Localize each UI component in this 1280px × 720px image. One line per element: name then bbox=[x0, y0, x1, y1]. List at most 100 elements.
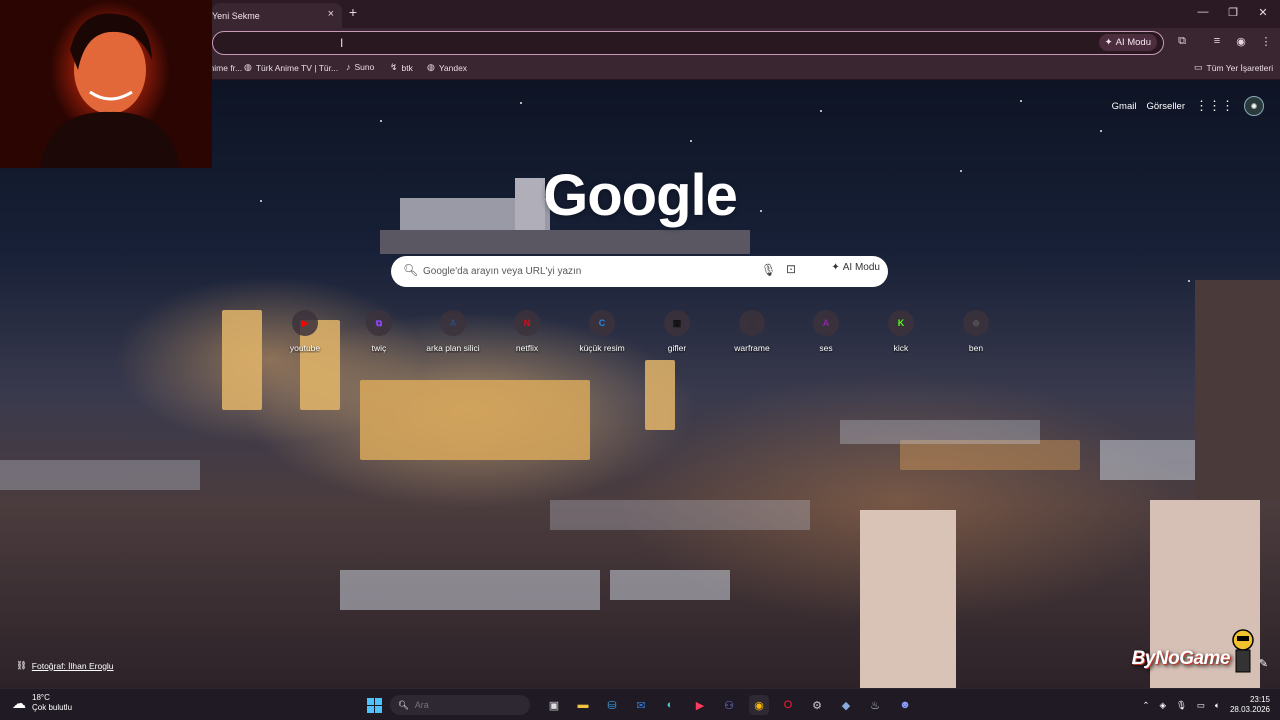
btk-icon: ↯ bbox=[390, 62, 398, 72]
start-button[interactable] bbox=[364, 695, 384, 715]
text-cursor-icon: I bbox=[340, 36, 344, 50]
customize-pencil-icon[interactable]: ✎ bbox=[1259, 657, 1268, 670]
shortcut-label: kick bbox=[893, 343, 909, 353]
shortcut-label: youtube bbox=[289, 343, 321, 353]
all-bookmarks-label: Tüm Yer İşaretleri bbox=[1206, 62, 1274, 73]
volume-icon[interactable]: 🔈︎ bbox=[1215, 700, 1220, 711]
profile-icon[interactable]: ◉ bbox=[1233, 35, 1249, 48]
search-ai-mode-button[interactable]: ✦ AI Modu bbox=[831, 262, 880, 273]
media-player-icon[interactable]: ▶ bbox=[690, 695, 710, 715]
media-controls-icon[interactable]: ≡ bbox=[1209, 35, 1225, 47]
bookmark-label: Yandex bbox=[438, 62, 468, 73]
restore-icon[interactable]: ❐ bbox=[1226, 6, 1240, 19]
steam-like-icon[interactable]: ⚙ bbox=[807, 695, 827, 715]
apps-grid-icon[interactable]: ⋮⋮⋮ bbox=[1195, 98, 1234, 114]
search-input[interactable] bbox=[423, 262, 743, 280]
shortcut-tile[interactable]: ⊛ ben bbox=[941, 310, 1011, 353]
new-tab-page: Gmail Görseller ⋮⋮⋮ ✺ Google 🔍︎ 🎙︎ ⊡ ✦ A… bbox=[0, 80, 1280, 688]
weather-widget[interactable]: ☁ 18°C Çok bulutlu bbox=[12, 693, 72, 713]
ai-sparkle-icon: ✦ bbox=[831, 262, 840, 273]
network-icon[interactable]: ◈ bbox=[1159, 700, 1166, 711]
clock-date: 28.03.2026 bbox=[1229, 705, 1270, 714]
address-input[interactable] bbox=[223, 34, 1083, 52]
bookmark-item[interactable]: ↯ btk bbox=[390, 62, 413, 73]
account-avatar[interactable]: ✺ bbox=[1244, 96, 1264, 116]
close-window-icon[interactable]: ✕ bbox=[1256, 6, 1270, 19]
shortcut-tile[interactable]: Cküçük resim bbox=[567, 310, 637, 353]
new-tab-button[interactable]: + bbox=[346, 4, 360, 22]
cloud-icon: ☁ bbox=[12, 694, 26, 711]
mascot-icon bbox=[1232, 629, 1254, 673]
shortcut-label: gifler bbox=[667, 343, 687, 353]
teams-icon[interactable]: ⚇ bbox=[719, 695, 739, 715]
opera-icon[interactable]: O bbox=[778, 695, 798, 715]
taskbar-search-input[interactable] bbox=[414, 700, 495, 710]
discord-icon[interactable]: ☻ bbox=[895, 695, 915, 715]
shortcut-tile[interactable]: Owarframe bbox=[717, 310, 787, 353]
chrome-icon[interactable]: ◉ bbox=[749, 695, 769, 715]
shortcut-favicon-icon: O bbox=[739, 310, 765, 336]
photo-credit-text[interactable]: Fotoğraf: İlhan Eroglu bbox=[32, 661, 114, 671]
shortcut-tile[interactable]: ⧉ twiç bbox=[344, 310, 414, 353]
shortcut-tile[interactable]: Nnetflix bbox=[492, 310, 562, 353]
search-box[interactable]: 🔍︎ 🎙︎ ⊡ ✦ AI Modu bbox=[391, 256, 888, 287]
edge-icon[interactable]: ◐ bbox=[660, 695, 680, 715]
microphone-icon[interactable]: 🎙︎ bbox=[1176, 700, 1187, 711]
shortcut-tile[interactable]: Ases bbox=[791, 310, 861, 353]
bookmark-item[interactable]: ♪ Suno bbox=[346, 62, 374, 72]
monitor-icon[interactable]: ▭ bbox=[1197, 700, 1205, 711]
shortcut-label: ses bbox=[819, 343, 833, 353]
clock-time: 23:15 bbox=[1249, 695, 1270, 704]
shortcut-favicon-icon: N bbox=[514, 310, 540, 336]
images-link[interactable]: Görseller bbox=[1146, 101, 1185, 112]
shortcut-tile[interactable]: ▦ gifler bbox=[642, 310, 712, 353]
address-bar[interactable]: I ✦ AI Modu bbox=[212, 31, 1164, 55]
shortcut-label: ben bbox=[968, 343, 984, 353]
app-icon[interactable]: ◆ bbox=[836, 695, 856, 715]
shortcut-tile[interactable]: Kkick bbox=[866, 310, 936, 353]
bookmark-item[interactable]: ◍ Türk Anime TV | Tür... bbox=[244, 62, 338, 73]
suno-icon: ♪ bbox=[346, 62, 351, 72]
tab-title: Yeni Sekme bbox=[212, 10, 260, 21]
extensions-icon[interactable]: ⧉ bbox=[1174, 35, 1190, 48]
ai-mode-label: AI Modu bbox=[1115, 37, 1151, 48]
microphone-icon[interactable]: 🎙︎ bbox=[761, 263, 776, 277]
windows-logo-icon bbox=[366, 697, 382, 713]
steam-icon[interactable]: ♨ bbox=[865, 695, 885, 715]
google-logo: Google bbox=[543, 163, 738, 228]
file-explorer-icon[interactable]: ▬ bbox=[573, 695, 593, 715]
tab-new-tab[interactable]: Yeni Sekme × bbox=[212, 3, 342, 28]
shortcut-favicon-icon: A bbox=[813, 310, 839, 336]
menu-icon[interactable]: ⋮ bbox=[1258, 35, 1274, 48]
ai-sparkle-icon: ✦ bbox=[1104, 37, 1113, 48]
shortcut-favicon-icon: A bbox=[440, 310, 466, 336]
all-bookmarks[interactable]: ▭ Tüm Yer İşaretleri bbox=[1194, 62, 1273, 73]
photo-credit[interactable]: ⛓ Fotoğraf: İlhan Eroglu bbox=[16, 660, 114, 671]
store-icon[interactable]: ⛁ bbox=[602, 695, 622, 715]
bookmark-item[interactable]: ◍ Yandex bbox=[427, 62, 467, 73]
globe-icon: ◍ bbox=[244, 62, 252, 72]
mail-icon[interactable]: ✉ bbox=[631, 695, 651, 715]
chevron-up-icon[interactable]: ⌃ bbox=[1142, 700, 1149, 711]
bynogame-watermark: ByNoGame bbox=[1131, 648, 1231, 669]
shortcut-tile[interactable]: ▶ youtube bbox=[270, 310, 340, 353]
clock[interactable]: 23:15 28.03.2026 bbox=[1230, 695, 1270, 715]
shortcut-label: arka plan silici bbox=[426, 343, 480, 353]
search-icon: 🔍︎ bbox=[403, 263, 419, 277]
minimize-icon[interactable]: — bbox=[1196, 6, 1210, 18]
bookmark-label: Türk Anime TV | Tür... bbox=[255, 62, 339, 73]
taskbar-search[interactable]: 🔍︎ bbox=[390, 695, 530, 715]
system-tray: ⌃ ◈ 🎙︎ ▭ 🔈︎ 23:15 28.03.2026 bbox=[1142, 695, 1270, 715]
shortcut-favicon-icon: K bbox=[888, 310, 914, 336]
ntp-header-links: Gmail Görseller ⋮⋮⋮ ✺ bbox=[1112, 96, 1264, 116]
tab-close-icon[interactable]: × bbox=[328, 8, 334, 20]
shortcut-favicon-icon: ⧉ bbox=[366, 310, 392, 336]
shortcut-tile[interactable]: Aarka plan silici bbox=[418, 310, 488, 353]
folder-icon: ▭ bbox=[1194, 62, 1203, 72]
ai-mode-button[interactable]: ✦ AI Modu bbox=[1098, 34, 1157, 51]
shortcut-favicon-icon: ⊛ bbox=[963, 310, 989, 336]
globe-icon: ◍ bbox=[427, 62, 435, 72]
gmail-link[interactable]: Gmail bbox=[1112, 101, 1137, 112]
task-view-icon[interactable]: ▣ bbox=[544, 695, 564, 715]
lens-icon[interactable]: ⊡ bbox=[786, 262, 796, 276]
